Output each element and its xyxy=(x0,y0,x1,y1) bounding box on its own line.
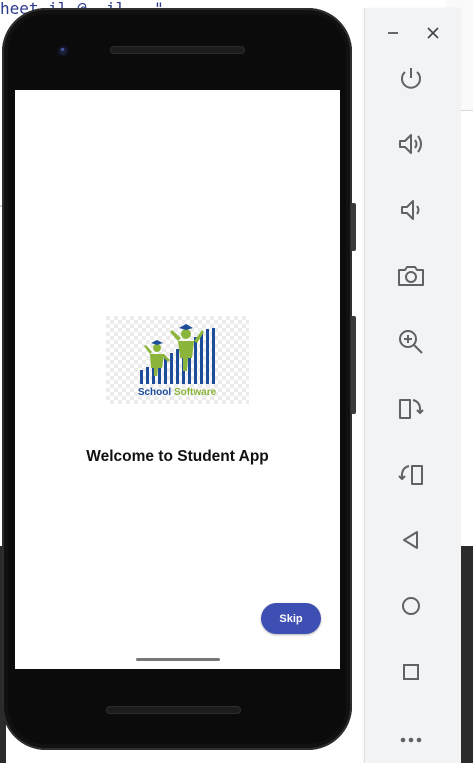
volume-up-icon[interactable] xyxy=(391,124,431,164)
overview-icon[interactable] xyxy=(391,652,431,692)
app-screen: School Software Welcome to Student App S… xyxy=(15,90,340,669)
rotate-right-icon[interactable] xyxy=(391,454,431,494)
rotate-left-icon[interactable] xyxy=(391,388,431,428)
toolbar-window-controls xyxy=(365,8,461,50)
phone-frame: School Software Welcome to Student App S… xyxy=(2,8,356,750)
power-side-button xyxy=(351,203,356,251)
welcome-title: Welcome to Student App xyxy=(86,448,269,465)
power-icon[interactable] xyxy=(391,58,431,98)
back-icon[interactable] xyxy=(391,520,431,560)
svg-text:School Software: School Software xyxy=(138,387,217,398)
home-icon[interactable] xyxy=(391,586,431,626)
front-camera xyxy=(57,45,69,57)
minimize-icon[interactable] xyxy=(373,9,413,49)
volume-down-icon[interactable] xyxy=(391,190,431,230)
skip-button[interactable]: Skip xyxy=(261,603,321,634)
camera-icon[interactable] xyxy=(391,256,431,296)
bottom-speaker xyxy=(106,706,241,714)
more-icon[interactable] xyxy=(391,718,431,758)
top-speaker xyxy=(110,46,245,54)
emulator-toolbar xyxy=(364,8,461,763)
zoom-in-icon[interactable] xyxy=(391,322,431,362)
gesture-home-bar[interactable] xyxy=(136,658,220,661)
school-software-logo: School Software xyxy=(106,316,249,404)
close-icon[interactable] xyxy=(413,9,453,49)
volume-side-button xyxy=(351,316,356,414)
